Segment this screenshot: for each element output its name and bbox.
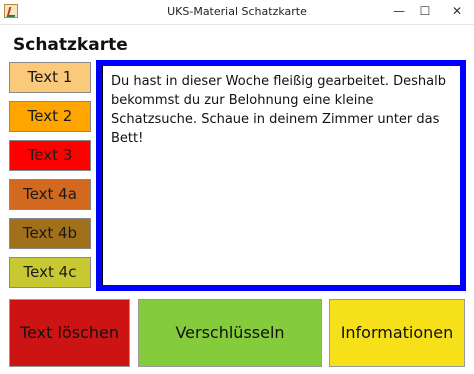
maximize-button[interactable]: ☐ [412,0,438,22]
text-editor[interactable]: Du hast in dieser Woche fleißig gearbeit… [102,66,460,285]
text-3-button[interactable]: Text 3 [9,140,91,171]
text-4b-button[interactable]: Text 4b [9,218,91,249]
text-4c-button[interactable]: Text 4c [9,257,91,288]
text-1-button[interactable]: Text 1 [9,62,91,93]
title-bar: UKS-Material Schatzkarte — ☐ ✕ [0,0,474,25]
information-button[interactable]: Informationen [329,299,465,367]
close-button[interactable]: ✕ [442,0,472,22]
page-title: Schatzkarte [13,35,128,55]
clear-text-button[interactable]: Text löschen [9,299,130,367]
text-4a-button[interactable]: Text 4a [9,179,91,210]
minimize-button[interactable]: — [386,0,412,22]
text-2-button[interactable]: Text 2 [9,101,91,132]
encrypt-button[interactable]: Verschlüsseln [138,299,322,367]
text-area-frame: Du hast in dieser Woche fleißig gearbeit… [96,60,466,291]
